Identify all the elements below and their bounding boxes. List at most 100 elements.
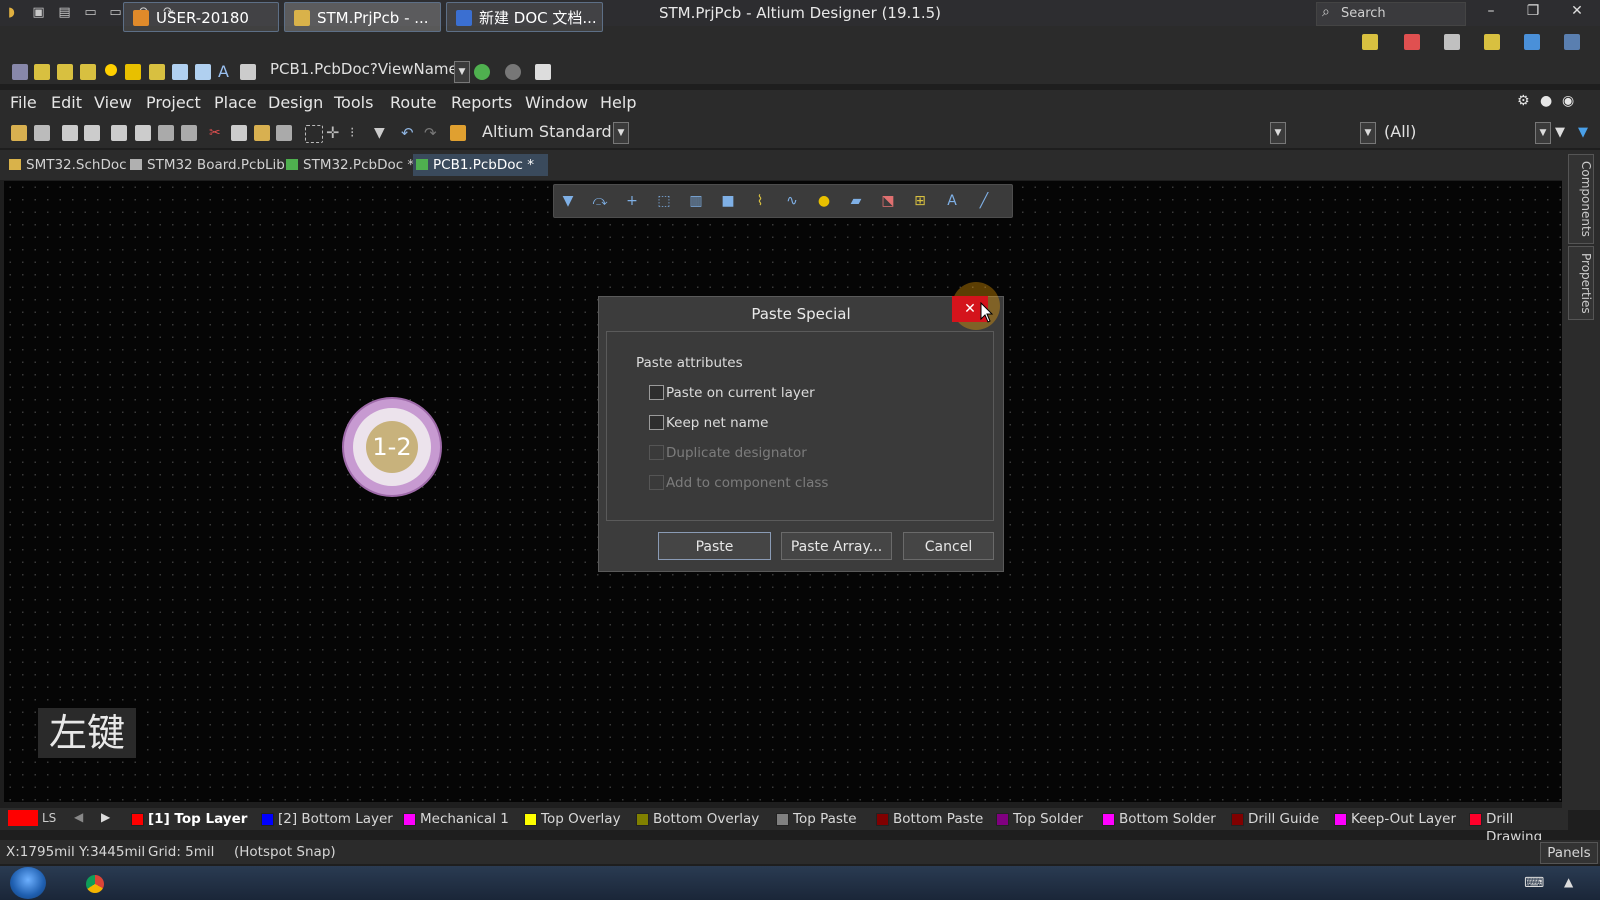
clear-all-filter-icon[interactable]: ▼ <box>1578 125 1594 141</box>
clear-filter-icon[interactable]: ▼ <box>374 125 390 141</box>
view-name-combo[interactable]: PCB1.PcbDoc?ViewName <box>270 60 460 82</box>
undo-toolbar-icon[interactable]: ↶ <box>401 125 417 141</box>
minimize-button[interactable]: – <box>1474 3 1508 23</box>
menu-reports[interactable]: Reports <box>451 93 512 112</box>
menu-window[interactable]: Window <box>525 93 588 112</box>
redo-toolbar-icon[interactable]: ↷ <box>424 125 440 141</box>
next-layer-icon[interactable]: ▶ <box>101 810 110 824</box>
tab-stm32-board-pcblib[interactable]: STM32 Board.PcbLib <box>127 154 285 176</box>
align-icon[interactable] <box>1404 34 1420 50</box>
move-selection-icon[interactable]: ✛ <box>326 125 342 141</box>
layer-tab-top-solder[interactable]: Top Solder <box>993 810 1083 828</box>
layer-tab-bottom-overlay[interactable]: Bottom Overlay <box>633 810 759 828</box>
paste-array-button[interactable]: Paste Array... <box>781 532 892 560</box>
multi-route-icon[interactable] <box>80 64 96 80</box>
place-component-icon[interactable] <box>1444 34 1460 50</box>
chrome-icon[interactable] <box>86 875 104 893</box>
cancel-button[interactable]: Cancel <box>903 532 994 560</box>
filter-combo[interactable]: (All) <box>1384 122 1416 141</box>
taskbar-item-altium[interactable]: STM.PrjPcb - ... <box>284 2 441 32</box>
layer-tab-bottom-paste[interactable]: Bottom Paste <box>873 810 983 828</box>
component-bar-icon[interactable]: ■ <box>720 193 736 209</box>
cross-icon[interactable]: + <box>624 193 640 209</box>
layer-tab-top-layer[interactable]: [1] Top Layer <box>128 810 247 828</box>
notifications-icon[interactable]: ● <box>1540 93 1552 109</box>
cross-probe-icon[interactable] <box>450 125 466 141</box>
paste-on-current-layer-checkbox[interactable] <box>649 385 664 400</box>
paste-button[interactable]: Paste <box>658 532 771 560</box>
dimension-bar-icon[interactable]: ⊞ <box>912 193 928 209</box>
components-panel-tab[interactable]: Components <box>1568 154 1594 244</box>
layer-tab-top-paste[interactable]: Top Paste <box>773 810 857 828</box>
layer-tab-drill-guide[interactable]: Drill Guide <box>1228 810 1319 828</box>
line-icon[interactable]: ╱ <box>976 193 992 209</box>
standard-combo-dropdown-icon[interactable]: ▼ <box>613 122 629 144</box>
back-icon[interactable] <box>474 64 490 80</box>
pad-icon[interactable] <box>105 64 117 76</box>
filter-icon[interactable]: ▼ <box>560 193 576 209</box>
zoom-fit-icon[interactable] <box>111 125 127 141</box>
menu-project[interactable]: Project <box>146 93 201 112</box>
grid-icon[interactable] <box>1564 34 1580 50</box>
view-name-dropdown-icon[interactable]: ▼ <box>454 61 470 83</box>
filter-dropdown-icon[interactable]: ▼ <box>1535 122 1551 144</box>
polygon-icon[interactable] <box>195 64 211 80</box>
hatch-icon[interactable] <box>12 64 28 80</box>
menu-place[interactable]: Place <box>214 93 257 112</box>
menu-route[interactable]: Route <box>390 93 436 112</box>
align-bar-icon[interactable]: ▥ <box>688 193 704 209</box>
room-icon[interactable] <box>1524 34 1540 50</box>
keep-net-name-checkbox[interactable] <box>649 415 664 430</box>
layer-tab-bottom-layer[interactable]: [2] Bottom Layer <box>258 810 393 828</box>
layer-tab-mechanical-1[interactable]: Mechanical 1 <box>400 810 509 828</box>
text-icon[interactable]: A <box>218 64 234 80</box>
layer-tab-top-overlay[interactable]: Top Overlay <box>521 810 621 828</box>
menu-design[interactable]: Design <box>268 93 323 112</box>
layer-set-button[interactable]: LS <box>42 811 56 825</box>
layer-tab-drill-drawing[interactable]: Drill Drawing <box>1466 810 1568 845</box>
menu-view[interactable]: View <box>94 93 132 112</box>
tray-expand-icon[interactable]: ▲ <box>1564 875 1573 889</box>
select-icon[interactable]: ⬚ <box>656 193 672 209</box>
apply-filter-icon[interactable]: ▼ <box>1555 125 1571 141</box>
zoom-area-icon[interactable] <box>135 125 151 141</box>
dimension-icon[interactable] <box>1484 34 1500 50</box>
taskbar-item-user[interactable]: USER-20180 <box>123 2 279 32</box>
forward-icon[interactable] <box>505 64 521 80</box>
keyboard-icon[interactable]: ⌨ <box>1524 875 1544 891</box>
tune-length-icon[interactable]: ∿ <box>784 193 800 209</box>
interactive-routing-icon[interactable] <box>1362 34 1378 50</box>
via-icon[interactable] <box>125 64 141 80</box>
taskbar-item-word[interactable]: 新建 DOC 文档... <box>446 2 603 32</box>
panels-button[interactable]: Panels <box>1540 842 1598 864</box>
search-box[interactable]: ⌕ Search <box>1316 2 1466 26</box>
open-file-icon[interactable] <box>11 125 27 141</box>
tab-smt32-schdoc[interactable]: SMT32.SchDoc <box>6 154 127 176</box>
menu-file[interactable]: File <box>10 93 37 112</box>
settings-icon[interactable]: ⚙ <box>1517 93 1530 109</box>
print-icon[interactable] <box>62 125 78 141</box>
polygon-bar-icon[interactable]: ▰ <box>848 193 864 209</box>
paste-icon[interactable] <box>254 125 270 141</box>
route-icon[interactable] <box>34 64 50 80</box>
prev-layer-icon[interactable]: ◀ <box>74 810 83 824</box>
menu-help[interactable]: Help <box>600 93 636 112</box>
copy-icon[interactable] <box>231 125 247 141</box>
close-window-button[interactable]: ✕ <box>1560 3 1594 23</box>
interactive-routing-bar-icon[interactable]: ⤼ <box>592 193 608 209</box>
layer-tab-keep-out-layer[interactable]: Keep-Out Layer <box>1331 810 1456 828</box>
restore-button[interactable]: ❐ <box>1516 3 1550 23</box>
layer-set-dropdown-icon[interactable]: ▼ <box>1360 122 1376 144</box>
route-bar-icon[interactable]: ⌇ <box>752 193 768 209</box>
tab-pcb1-pcbdoc[interactable]: PCB1.PcbDoc * <box>413 154 548 176</box>
rubber-stamp-icon[interactable] <box>276 125 292 141</box>
keepout-icon[interactable]: ⬔ <box>880 193 896 209</box>
menu-tools[interactable]: Tools <box>334 93 373 112</box>
move-cross-icon[interactable]: ⁝ <box>350 125 366 141</box>
tab-stm32-pcbdoc[interactable]: STM32.PcbDoc * <box>283 154 414 176</box>
standard-combo[interactable]: Altium Standard 2 <box>482 122 628 144</box>
cut-icon[interactable]: ✂ <box>209 125 225 141</box>
menu-edit[interactable]: Edit <box>51 93 82 112</box>
layer-tab-bottom-solder[interactable]: Bottom Solder <box>1099 810 1216 828</box>
zoom-filtered-icon[interactable] <box>181 125 197 141</box>
